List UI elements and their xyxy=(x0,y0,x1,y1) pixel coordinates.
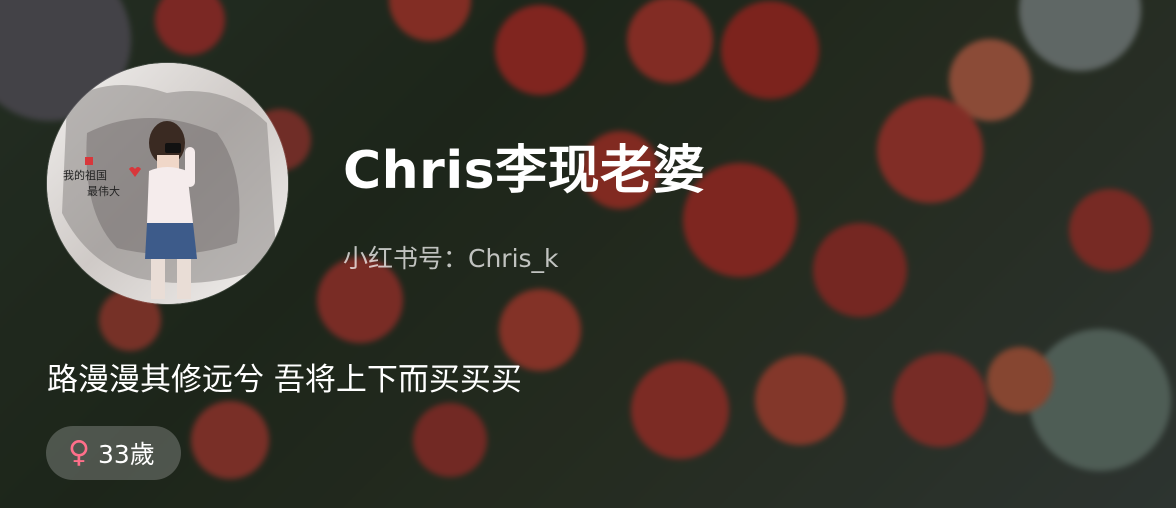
gender-age-tag: ♀ 33歲 xyxy=(46,426,181,480)
profile-header: 我的祖国 最伟大 Chris李现老婆 小红书号：Chris_k 路漫漫其修远兮 … xyxy=(0,0,1176,508)
avatar[interactable]: 我的祖国 最伟大 xyxy=(47,63,288,304)
avatar-image: 我的祖国 最伟大 xyxy=(47,63,288,304)
nickname: Chris李现老婆 xyxy=(343,141,706,201)
female-icon: ♀ xyxy=(68,435,90,470)
user-id[interactable]: 小红书号：Chris_k xyxy=(343,239,559,275)
avatar-text-line1: 我的祖国 xyxy=(63,168,107,182)
age-label: 33歲 xyxy=(97,440,155,469)
avatar-text-line2: 最伟大 xyxy=(87,184,120,198)
bio: 路漫漫其修远兮 吾将上下而买买买 xyxy=(47,362,522,398)
